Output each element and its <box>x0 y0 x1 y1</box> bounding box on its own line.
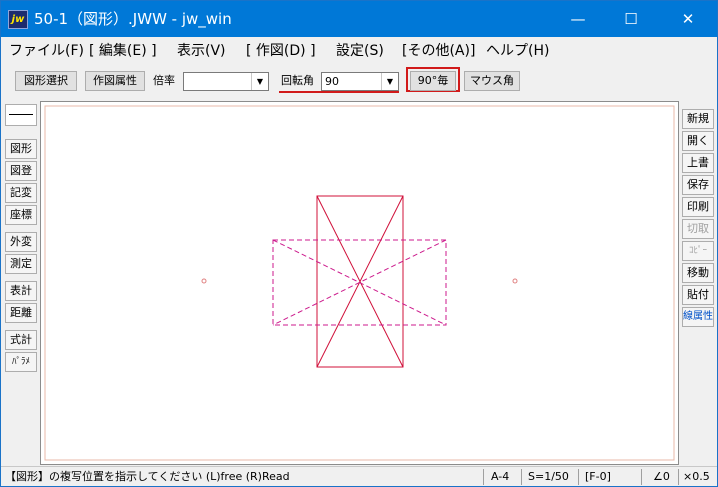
tool-measure[interactable]: 測定 <box>5 254 37 274</box>
dropdown-arrow-icon[interactable]: ▼ <box>251 73 268 90</box>
move-button[interactable]: 移動 <box>682 263 714 283</box>
line-sample <box>9 114 33 115</box>
status-separator <box>641 469 642 485</box>
figure-select-button[interactable]: 図形選択 <box>15 71 77 91</box>
copy-button[interactable]: ｺﾋﾟｰ <box>682 241 714 261</box>
tool-distance[interactable]: 距離 <box>5 303 37 323</box>
overwrite-button[interactable]: 上書 <box>682 153 714 173</box>
line-attribute-button[interactable]: 線属性 <box>682 307 714 327</box>
print-button[interactable]: 印刷 <box>682 197 714 217</box>
tool-external-change[interactable]: 外変 <box>5 232 37 252</box>
scale-combobox[interactable]: ▼ <box>183 72 269 91</box>
status-separator <box>578 469 579 485</box>
title-bar[interactable]: jw 50-1（図形）.JWW - jw_win — ☐ ✕ <box>1 1 717 37</box>
draw-attribute-button[interactable]: 作図属性 <box>85 71 145 91</box>
maximize-button[interactable]: ☐ <box>608 1 654 37</box>
rotation-angle-combobox[interactable]: 90 ▼ <box>321 72 399 91</box>
status-message: 【図形】の複写位置を指示してください (L)free (R)Read <box>5 470 290 483</box>
rotation-angle-label: 回転角 <box>281 74 314 87</box>
menu-view[interactable]: 表示(V) <box>177 41 226 61</box>
drawing-canvas[interactable] <box>40 101 679 465</box>
drawing-area <box>44 105 675 461</box>
tool-parametric[interactable]: ﾊﾟﾗﾒ <box>5 352 37 372</box>
status-separator <box>678 469 679 485</box>
menu-draw[interactable]: [ 作図(D) ] <box>246 41 316 61</box>
close-button[interactable]: ✕ <box>665 1 711 37</box>
control-bar: 図形選択 作図属性 倍率 ▼ 回転角 90 ▼ 90°毎 マウス角 <box>1 64 717 98</box>
status-separator <box>483 469 484 485</box>
menu-bar: ファイル(F) [ 編集(E) ] 表示(V) [ 作図(D) ] 設定(S) … <box>1 37 717 64</box>
zoom-indicator[interactable]: ×0.5 <box>683 470 710 484</box>
paper-size-indicator[interactable]: A-4 <box>491 470 509 484</box>
tool-coordinates[interactable]: 座標 <box>5 205 37 225</box>
paste-button[interactable]: 貼付 <box>682 285 714 305</box>
mouse-angle-button[interactable]: マウス角 <box>464 71 520 91</box>
rotate-90-step-button[interactable]: 90°毎 <box>410 71 456 91</box>
cut-button[interactable]: 切取 <box>682 219 714 239</box>
menu-other[interactable]: [その他(A)] <box>402 41 475 61</box>
status-separator <box>521 469 522 485</box>
angle-indicator[interactable]: ∠0 <box>653 470 670 484</box>
window-title: 50-1（図形）.JWW - jw_win <box>34 10 232 28</box>
scale-indicator[interactable]: S=1/50 <box>528 470 569 484</box>
layer-indicator[interactable]: [F-0] <box>585 470 611 484</box>
tool-symbol-change[interactable]: 記変 <box>5 183 37 203</box>
menu-settings[interactable]: 設定(S) <box>336 41 384 61</box>
tool-table-calc[interactable]: 表計 <box>5 281 37 301</box>
minimize-button[interactable]: — <box>555 1 601 37</box>
tool-formula-calc[interactable]: 式計 <box>5 330 37 350</box>
scale-label: 倍率 <box>153 74 175 87</box>
application-window: jw 50-1（図形）.JWW - jw_win — ☐ ✕ ファイル(F) [… <box>0 0 718 487</box>
app-logo-icon: jw <box>8 10 28 29</box>
new-button[interactable]: 新規 <box>682 109 714 129</box>
rotation-highlight-underline <box>279 91 399 93</box>
reference-point <box>512 278 518 284</box>
menu-edit[interactable]: [ 編集(E) ] <box>89 41 157 61</box>
menu-file[interactable]: ファイル(F) <box>9 41 84 61</box>
menu-help[interactable]: ヘルプ(H) <box>486 41 549 61</box>
open-button[interactable]: 開く <box>682 131 714 151</box>
reference-point <box>201 278 207 284</box>
tool-figure[interactable]: 図形 <box>5 139 37 159</box>
rotation-angle-value: 90 <box>325 75 339 88</box>
dropdown-arrow-icon[interactable]: ▼ <box>381 73 398 90</box>
status-bar: 【図形】の複写位置を指示してください (L)free (R)Read A-4 S… <box>1 466 717 486</box>
save-button[interactable]: 保存 <box>682 175 714 195</box>
line-style-indicator[interactable] <box>5 104 37 126</box>
tool-figure-register[interactable]: 図登 <box>5 161 37 181</box>
